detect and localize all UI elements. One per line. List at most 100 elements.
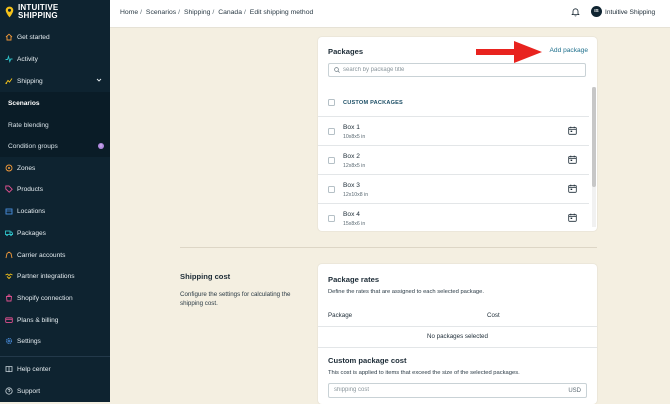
sidebar-item-rate-blending[interactable]: Rate blending — [0, 114, 110, 136]
packages-title: Packages — [328, 47, 364, 56]
list-item[interactable]: Box 3 12x10x8 in — [318, 174, 589, 204]
top-bar: Home / Scenarios / Shipping / Canada / Edit … — [110, 0, 670, 28]
shipping-cost-input[interactable] — [334, 387, 544, 393]
bell-icon[interactable] — [571, 7, 580, 17]
calendar-icon[interactable] — [568, 184, 577, 193]
carrier-icon — [5, 251, 13, 259]
breadcrumb-shipping[interactable]: Shipping — [184, 9, 210, 16]
sidebar: INTUITIVE SHIPPING Get started Activity … — [0, 0, 110, 402]
sidebar-item-label: Settings — [17, 337, 41, 345]
package-name: Box 3 — [343, 182, 360, 189]
package-name: Box 4 — [343, 211, 360, 218]
sidebar-item-help-center[interactable]: Help center — [0, 358, 110, 380]
building-icon — [5, 207, 13, 215]
truck-icon — [5, 229, 13, 237]
breadcrumb-current: Edit shipping method — [249, 9, 314, 16]
sidebar-item-label: Shopify connection — [17, 294, 73, 302]
breadcrumb-canada[interactable]: Canada — [218, 9, 242, 16]
sidebar-item-packages[interactable]: Packages — [0, 222, 110, 244]
package-checkbox[interactable] — [328, 215, 335, 222]
sidebar-item-products[interactable]: Products — [0, 178, 110, 200]
sidebar-item-label: Get started — [17, 33, 50, 41]
list-scrollbar[interactable] — [592, 87, 596, 227]
sidebar-item-activity[interactable]: Activity — [0, 48, 110, 70]
calendar-icon[interactable] — [568, 213, 577, 222]
shipping-icon — [5, 77, 13, 85]
location-pin-icon — [5, 6, 14, 18]
breadcrumb-scenarios[interactable]: Scenarios — [146, 9, 176, 16]
sidebar-item-label: Plans & billing — [17, 316, 59, 324]
chevron-down-icon[interactable] — [96, 77, 102, 83]
sidebar-item-label: Carrier accounts — [17, 251, 66, 259]
package-search-input[interactable] — [340, 67, 563, 73]
account-name[interactable]: Intuitive Shipping — [605, 9, 655, 16]
red-arrow-icon — [476, 41, 542, 63]
sidebar-item-label: Shipping — [17, 77, 43, 85]
package-dimensions: 12x8x5 in — [343, 163, 366, 169]
package-search[interactable] — [328, 63, 586, 77]
sidebar-item-condition-groups[interactable]: Condition groups ! — [0, 135, 110, 157]
package-checkbox[interactable] — [328, 186, 335, 193]
brand-logo[interactable]: INTUITIVE SHIPPING — [5, 4, 58, 20]
sidebar-item-locations[interactable]: Locations — [0, 200, 110, 222]
calendar-icon[interactable] — [568, 155, 577, 164]
sidebar-divider — [0, 356, 110, 357]
shipping-cost-field[interactable]: USD — [328, 383, 587, 398]
sidebar-item-carrier-accounts[interactable]: Carrier accounts — [0, 244, 110, 266]
sidebar-item-shipping[interactable]: Shipping — [0, 70, 110, 92]
list-item[interactable]: Box 2 12x8x5 in — [318, 145, 589, 175]
breadcrumb-home[interactable]: Home — [120, 9, 138, 16]
zones-icon — [5, 164, 13, 172]
sidebar-item-label: Locations — [17, 207, 46, 215]
package-rates-card: Package rates Define the rates that are … — [318, 264, 597, 404]
sidebar-item-label: Products — [17, 185, 44, 193]
column-header-cost: Cost — [487, 312, 500, 319]
custom-packages-label: CUSTOM PACKAGES — [343, 99, 403, 106]
sidebar-item-label: Activity — [17, 55, 38, 63]
custom-cost-description: This cost is applied to items that excee… — [328, 370, 520, 376]
custom-packages-header: CUSTOM PACKAGES — [328, 99, 583, 106]
book-icon — [5, 365, 13, 373]
shopify-icon — [5, 294, 13, 302]
currency-label: USD — [568, 387, 581, 394]
list-item[interactable]: Box 1 10x8x5 in — [318, 116, 589, 146]
sidebar-item-support[interactable]: Support — [0, 380, 110, 402]
section-divider — [180, 247, 597, 248]
billing-icon — [5, 316, 13, 324]
package-checkbox[interactable] — [328, 157, 335, 164]
package-dimensions: 15x8x6 in — [343, 221, 366, 227]
sidebar-item-partner-integrations[interactable]: Partner integrations — [0, 265, 110, 287]
sidebar-item-label: Packages — [17, 229, 46, 237]
list-item[interactable]: Box 4 15x8x6 in — [318, 203, 589, 231]
add-package-link[interactable]: Add package — [550, 47, 589, 54]
sidebar-item-label: Support — [17, 387, 41, 395]
sidebar-item-label: Scenarios — [8, 99, 40, 107]
sidebar-item-get-started[interactable]: Get started — [0, 26, 110, 48]
activity-icon — [5, 55, 13, 63]
sidebar-item-plans-billing[interactable]: Plans & billing — [0, 309, 110, 331]
sidebar-item-label: Condition groups — [8, 142, 58, 150]
sidebar-item-zones[interactable]: Zones — [0, 157, 110, 179]
package-name: Box 1 — [343, 124, 360, 131]
custom-cost-title: Custom package cost — [328, 356, 407, 365]
alert-badge: ! — [98, 143, 104, 149]
sidebar-item-shopify-connection[interactable]: Shopify connection — [0, 287, 110, 309]
table-divider — [318, 347, 597, 348]
package-dimensions: 12x10x8 in — [343, 192, 369, 198]
select-all-checkbox[interactable] — [328, 99, 335, 106]
sidebar-item-label: Zones — [17, 164, 36, 172]
sidebar-item-scenarios[interactable]: Scenarios — [0, 92, 110, 114]
sidebar-item-label: Help center — [17, 365, 51, 373]
shipping-cost-description: Configure the settings for calculating t… — [180, 291, 291, 307]
breadcrumb: Home / Scenarios / Shipping / Canada / Edit … — [120, 9, 314, 16]
calendar-icon[interactable] — [568, 126, 577, 135]
sidebar-item-label: Rate blending — [8, 121, 49, 129]
sidebar-item-settings[interactable]: Settings — [0, 330, 110, 352]
tag-icon — [5, 185, 13, 193]
gear-icon — [5, 337, 13, 345]
avatar[interactable]: IS — [591, 6, 602, 17]
package-checkbox[interactable] — [328, 128, 335, 135]
brand-line2: SHIPPING — [18, 11, 58, 20]
scrollbar-thumb[interactable] — [592, 87, 596, 187]
empty-state-text: No packages selected — [427, 333, 488, 340]
